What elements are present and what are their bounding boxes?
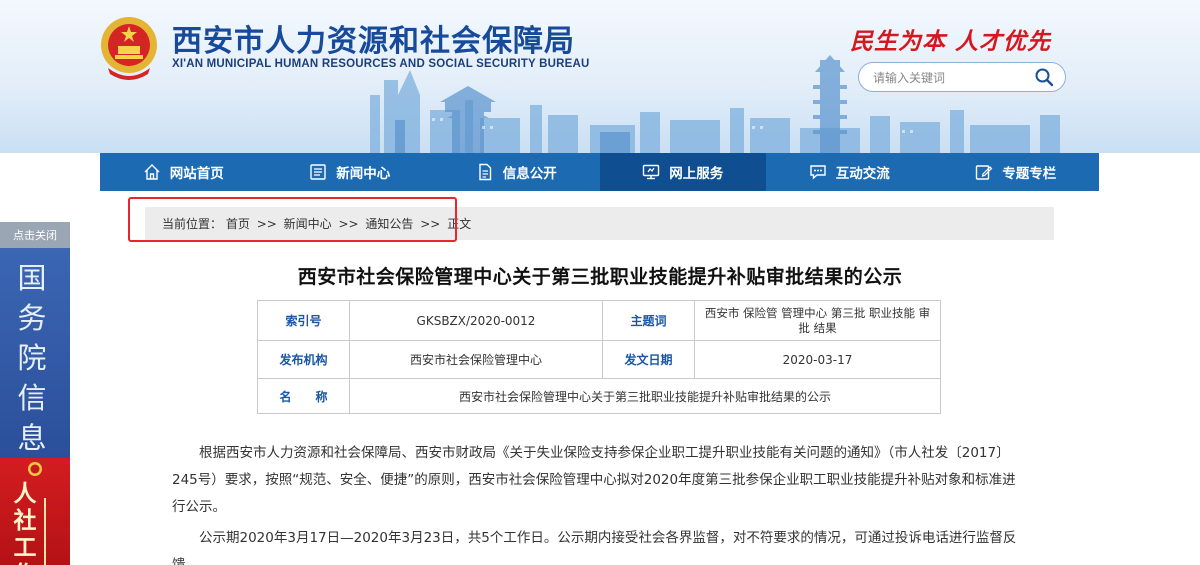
name-label: 名 称	[257, 378, 350, 414]
site-title: 西安市人力资源和社会保障局	[172, 24, 575, 59]
index-label: 索引号	[257, 300, 350, 341]
nav-item-label: 网站首页	[169, 166, 224, 182]
nav-item-online-service[interactable]: 网上服务	[599, 153, 766, 191]
national-emblem-icon	[101, 17, 157, 80]
date-value: 2020-03-17	[694, 340, 941, 379]
banner-divider	[44, 498, 46, 565]
main-nav: 网站首页 新闻中心 信息公开 网上服务 互动交流 专题专栏	[100, 153, 1099, 191]
breadcrumb-highlight-box	[128, 197, 457, 242]
article-title: 西安市社会保险管理中心关于第三批职业技能提升补贴审批结果的公示	[297, 266, 903, 288]
nav-item-label: 专题专栏	[1002, 166, 1057, 182]
news-icon	[310, 164, 326, 180]
table-row: 索引号 GKSBZX/2020-0012 主题词 西安市 保险管 管理中心 第三…	[257, 300, 941, 341]
home-icon	[144, 164, 160, 180]
search-box	[858, 62, 1066, 92]
topic-value: 西安市 保险管 管理中心 第三批 职业技能 审批 结果	[694, 300, 941, 341]
nav-item-interaction[interactable]: 互动交流	[766, 153, 933, 191]
nav-item-news[interactable]: 新闻中心	[267, 153, 434, 191]
float-close-button[interactable]: 点击关闭	[0, 222, 70, 248]
hr-work-text: 人社工作	[13, 480, 37, 565]
nav-item-info[interactable]: 信息公开	[433, 153, 600, 191]
state-council-info-banner[interactable]: 国务院信息	[0, 248, 70, 458]
org-label: 发布机构	[257, 340, 350, 379]
org-value: 西安市社会保险管理中心	[349, 340, 603, 379]
site-header: 西安市人力资源和社会保障局 XI'AN MUNICIPAL HUMAN RESO…	[0, 0, 1200, 153]
date-label: 发文日期	[602, 340, 695, 379]
hr-work-banner[interactable]: 人社工作	[0, 458, 70, 565]
table-row: 名 称 西安市社会保险管理中心关于第三批职业技能提升补贴审批结果的公示	[257, 378, 941, 414]
state-council-info-text: 国务院信息	[17, 261, 47, 455]
site-slogan: 民生为本 人才优先	[850, 28, 1052, 55]
nav-item-label: 网上服务	[669, 166, 724, 182]
nav-item-label: 信息公开	[502, 166, 557, 182]
nav-item-label: 互动交流	[835, 166, 890, 182]
nav-item-special-topics[interactable]: 专题专栏	[933, 153, 1100, 191]
nav-item-home[interactable]: 网站首页	[100, 153, 267, 191]
table-row: 发布机构 西安市社会保险管理中心 发文日期 2020-03-17	[257, 340, 941, 379]
article-meta-table: 索引号 GKSBZX/2020-0012 主题词 西安市 保险管 管理中心 第三…	[257, 300, 941, 414]
search-icon	[1035, 68, 1054, 86]
nav-item-label: 新闻中心	[336, 166, 391, 182]
article-body: 根据西安市人力资源和社会保障局、西安市财政局《关于失业保险支持参保企业职工提升职…	[172, 440, 1024, 565]
document-icon	[479, 163, 491, 181]
chat-icon	[810, 165, 826, 180]
topic-label: 主题词	[602, 300, 695, 341]
search-input[interactable]	[873, 68, 1033, 88]
search-button[interactable]	[1031, 66, 1057, 90]
name-value: 西安市社会保险管理中心关于第三批职业技能提升补贴审批结果的公示	[349, 378, 941, 414]
monitor-icon	[643, 164, 660, 180]
edit-icon	[976, 165, 993, 180]
emblem-small-icon	[28, 462, 42, 476]
index-value: GKSBZX/2020-0012	[349, 300, 603, 341]
site-subtitle: XI'AN MUNICIPAL HUMAN RESOURCES AND SOCI…	[172, 58, 590, 70]
article-paragraph: 公示期2020年3月17日—2020年3月23日，共5个工作日。公示期内接受社会…	[172, 530, 1017, 565]
article-paragraph: 根据西安市人力资源和社会保障局、西安市财政局《关于失业保险支持参保企业职工提升职…	[172, 445, 1016, 515]
